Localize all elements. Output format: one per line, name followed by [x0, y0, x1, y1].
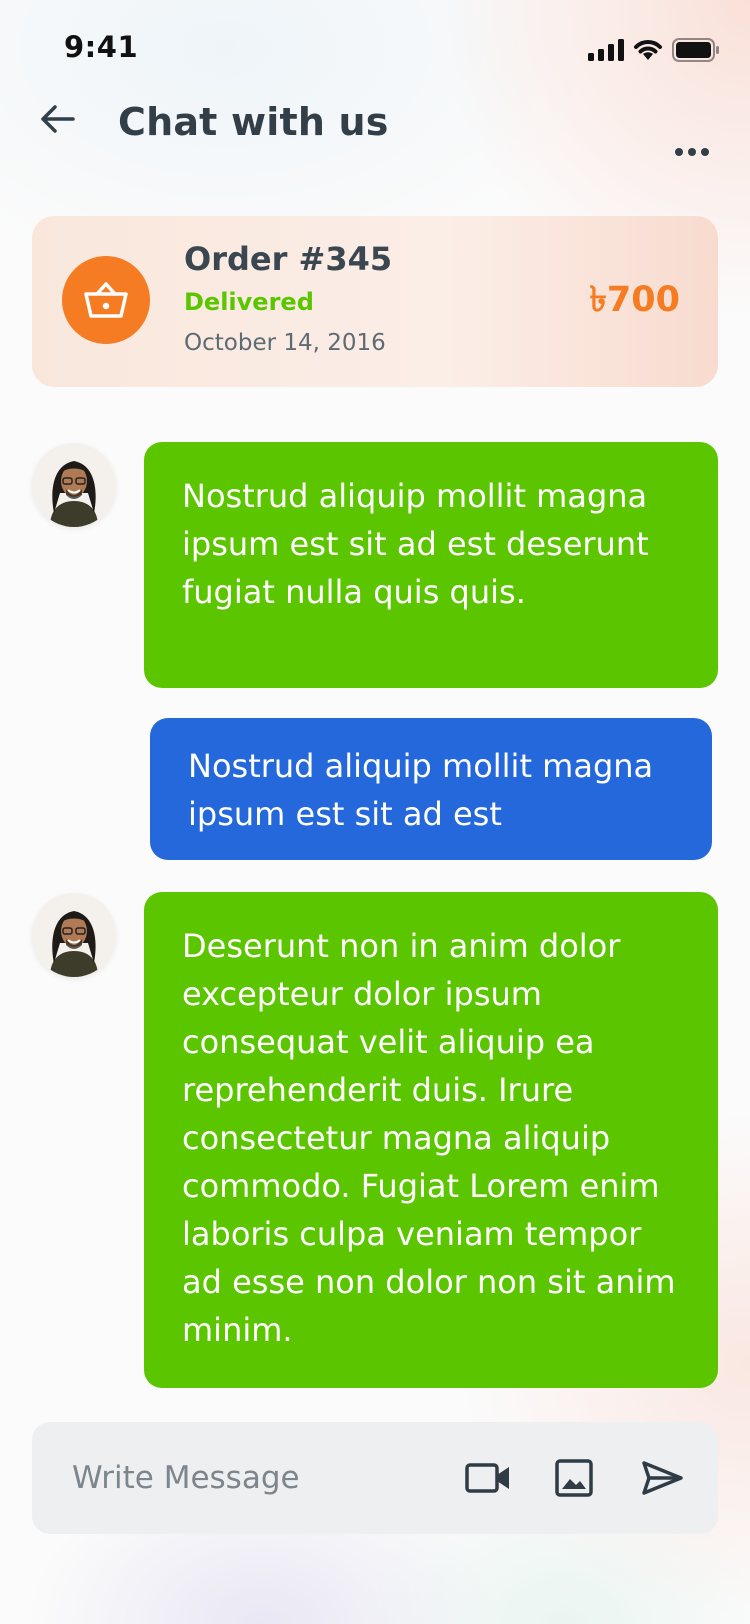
- wifi-icon: [634, 40, 662, 60]
- back-button[interactable]: [36, 98, 78, 140]
- user-message-bubble: Nostrud aliquip mollit magna ipsum est s…: [150, 718, 712, 860]
- order-icon-badge: [62, 256, 150, 344]
- attach-image-button[interactable]: [546, 1450, 602, 1506]
- agent-avatar: [32, 893, 116, 977]
- message-input[interactable]: [70, 1452, 434, 1504]
- agent-message-bubble: Deserunt non in anim dolor excepteur dol…: [144, 892, 718, 1388]
- order-card[interactable]: Order #345 Delivered October 14, 2016 ৳7…: [32, 216, 718, 387]
- arrow-left-icon: [41, 105, 75, 133]
- page-title: Chat with us: [118, 100, 389, 144]
- status-time: 9:41: [64, 30, 139, 64]
- signal-icon: [588, 39, 624, 61]
- more-options-button[interactable]: [672, 140, 712, 164]
- person-avatar-icon: [32, 443, 116, 527]
- basket-icon: [84, 282, 128, 318]
- agent-avatar: [32, 443, 116, 527]
- image-icon: [555, 1459, 593, 1497]
- video-call-button[interactable]: [460, 1450, 516, 1506]
- order-status-badge: Delivered: [184, 288, 314, 316]
- status-icons: [588, 38, 720, 62]
- more-horizontal-icon: [675, 148, 709, 156]
- battery-icon: [672, 38, 719, 62]
- send-icon: [642, 1461, 683, 1495]
- order-date: October 14, 2016: [184, 330, 386, 356]
- video-camera-icon: [465, 1463, 509, 1493]
- agent-message-bubble: Nostrud aliquip mollit magna ipsum est s…: [144, 442, 718, 688]
- message-composer: [32, 1422, 718, 1534]
- send-button[interactable]: [634, 1450, 690, 1506]
- order-price: ৳700: [589, 280, 681, 320]
- person-avatar-icon: [32, 893, 116, 977]
- order-title: Order #345: [184, 240, 393, 278]
